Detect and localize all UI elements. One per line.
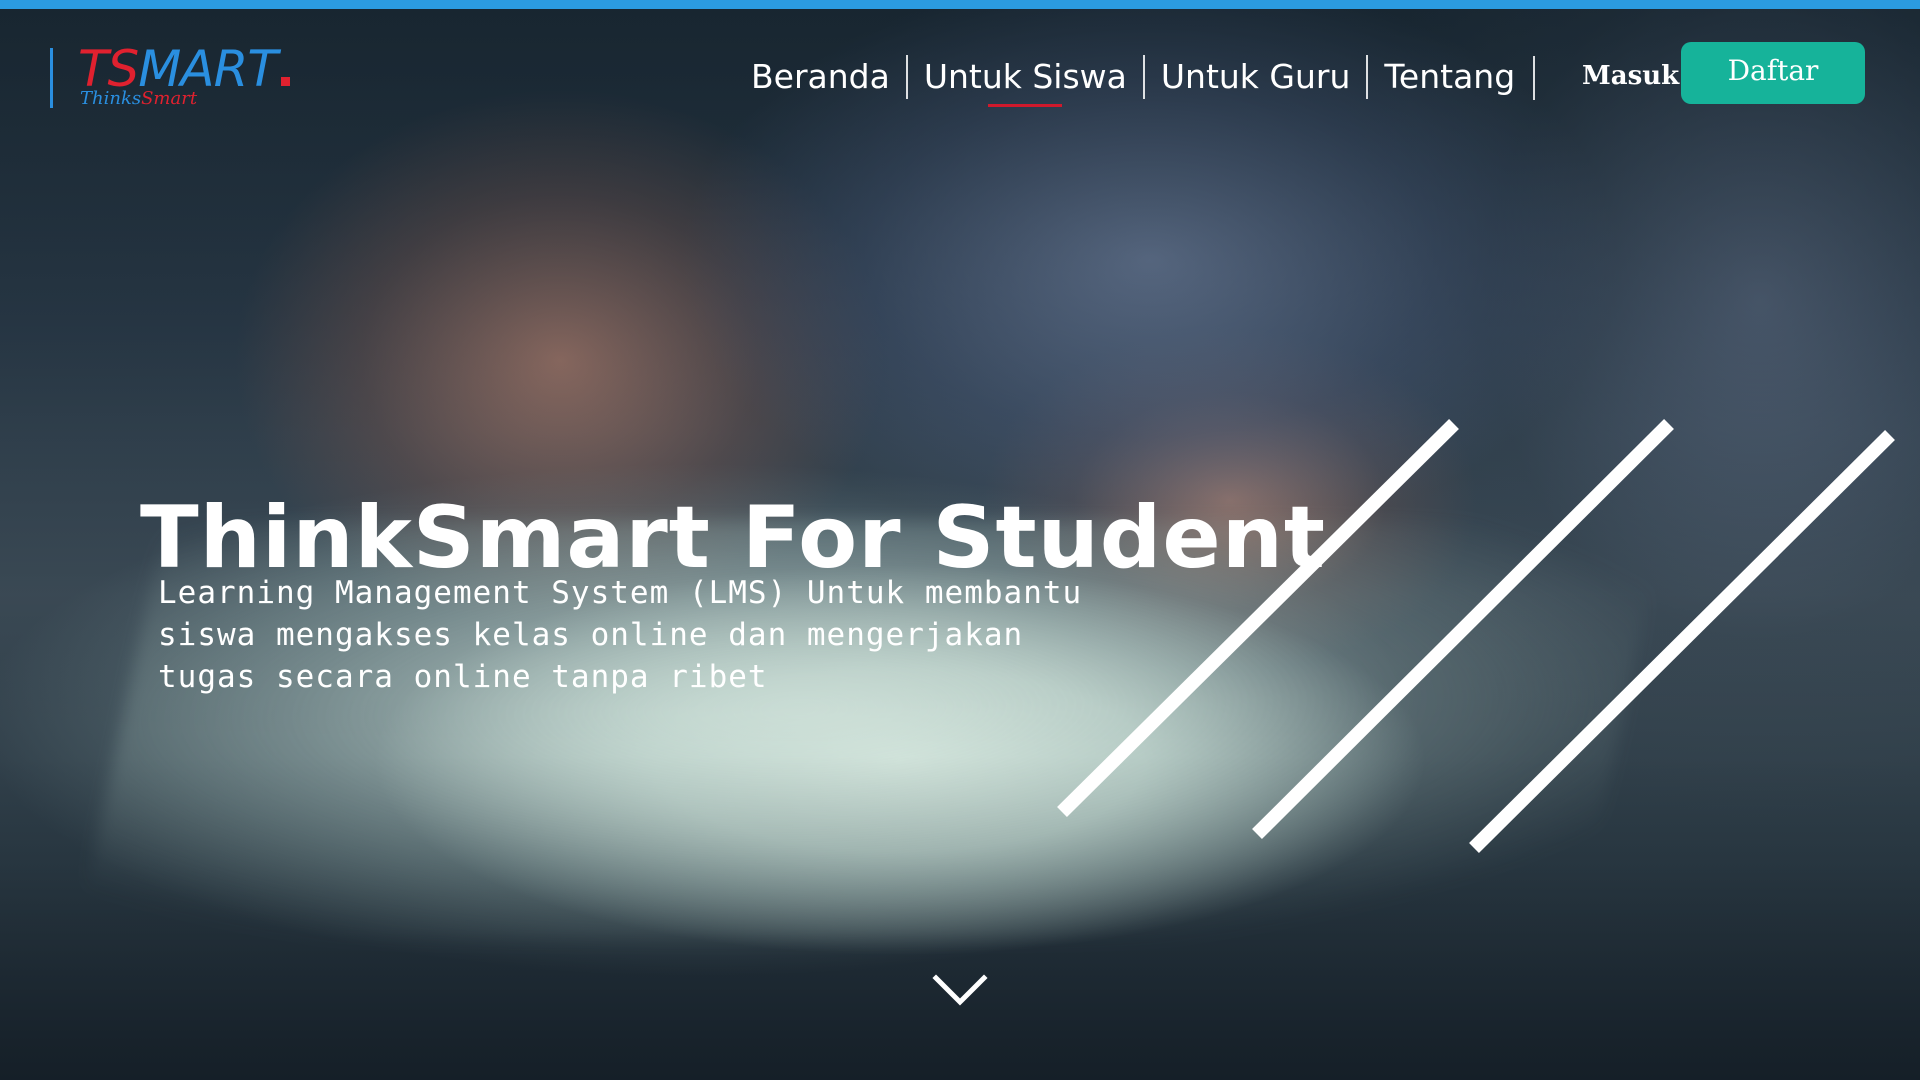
- nav-item-untuk-guru[interactable]: Untuk Guru: [1142, 55, 1367, 99]
- logo-wordmark: TSMART: [78, 44, 290, 94]
- hero-description-line: Learning Management System (LMS) Untuk m…: [158, 575, 1083, 611]
- logo-sub-smart: Smart: [141, 88, 198, 109]
- site-logo[interactable]: TSMART ThinksSmart: [50, 44, 290, 114]
- hero-description-line: siswa mengakses kelas online dan mengerj…: [158, 617, 1024, 653]
- hero-description: Learning Management System (LMS) Untuk m…: [158, 572, 1088, 698]
- main-nav: Beranda Untuk Siswa Untuk Guru Tentang: [735, 54, 1531, 107]
- nav-item-untuk-siswa[interactable]: Untuk Siswa: [905, 55, 1143, 107]
- top-accent-bar: [0, 0, 1920, 9]
- signup-button[interactable]: Daftar: [1681, 42, 1865, 104]
- logo-rule: [50, 48, 53, 108]
- nav-item-tentang[interactable]: Tentang: [1366, 55, 1531, 99]
- page: TSMART ThinksSmart Beranda Untuk Siswa U…: [0, 0, 1920, 1080]
- nav-item-beranda[interactable]: Beranda: [735, 55, 906, 99]
- hero-description-line: tugas secara online tanpa ribet: [158, 659, 768, 695]
- logo-sub-thinks: Thinks: [80, 88, 142, 109]
- nav-divider: [1533, 56, 1535, 100]
- logo-subtitle: ThinksSmart: [80, 88, 197, 109]
- chevron-down-icon[interactable]: [930, 968, 990, 1012]
- logo-dot: [280, 77, 290, 86]
- login-link[interactable]: Masuk: [1582, 58, 1679, 94]
